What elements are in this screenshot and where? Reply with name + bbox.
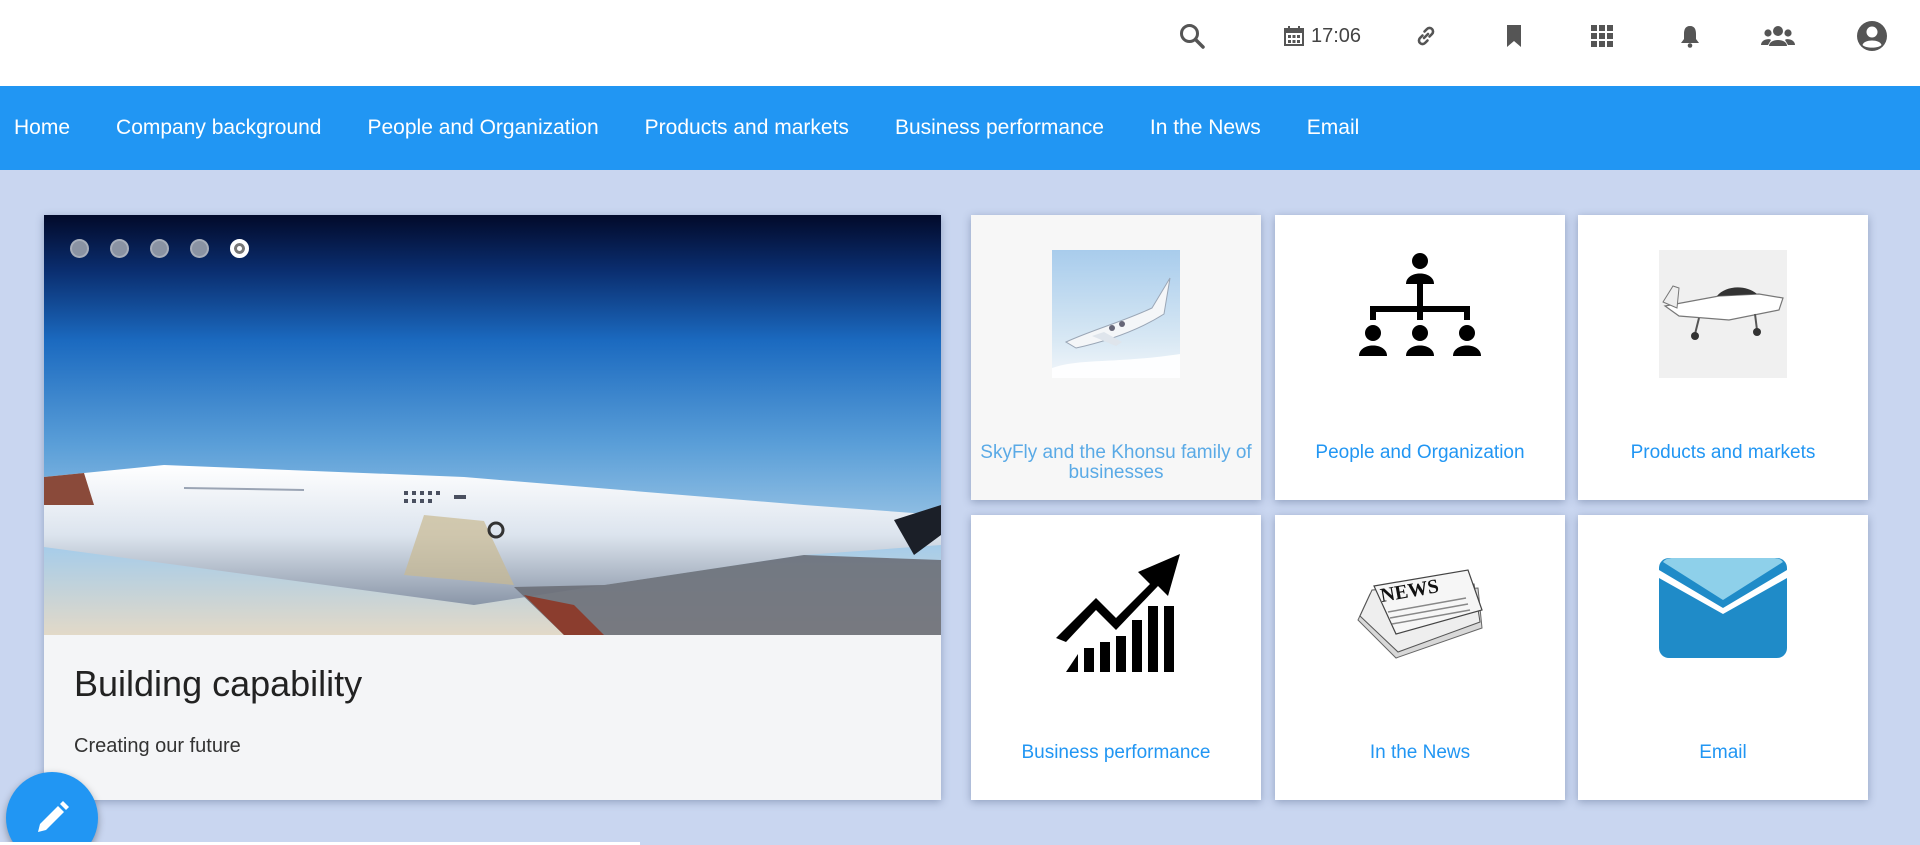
- tile-products-and-markets[interactable]: Products and markets: [1578, 215, 1868, 500]
- hero-carousel[interactable]: Building capability Creating our future: [44, 215, 941, 800]
- main-nav: Home Company background People and Organ…: [0, 86, 1920, 170]
- bell-icon[interactable]: [1672, 18, 1708, 54]
- tile-email[interactable]: Email: [1578, 515, 1868, 800]
- slide-title: Building capability: [74, 663, 363, 704]
- tile-skyfly[interactable]: SkyFly and the Khonsu family of business…: [971, 215, 1261, 500]
- nav-item-company-background[interactable]: Company background: [116, 116, 321, 140]
- carousel-dot[interactable]: [70, 239, 89, 258]
- people-icon[interactable]: [1758, 18, 1798, 54]
- jet-photo-icon: [1052, 250, 1180, 378]
- nav-item-people-and-organization[interactable]: People and Organization: [368, 116, 599, 140]
- tile-label: SkyFly and the Khonsu family of business…: [980, 442, 1252, 483]
- envelope-icon: [1659, 558, 1787, 658]
- newspaper-icon: NEWS: [1357, 569, 1483, 659]
- clock-time: 17:06: [1310, 24, 1362, 47]
- tile-in-the-news[interactable]: NEWS In the News: [1275, 515, 1565, 800]
- calendar-icon: [1283, 26, 1304, 46]
- search-icon[interactable]: [1174, 18, 1210, 54]
- tile-label: Products and markets: [1630, 442, 1816, 463]
- carousel-dot[interactable]: [150, 239, 169, 258]
- apps-grid-icon[interactable]: [1584, 18, 1620, 54]
- tile-people-and-organization[interactable]: People and Organization: [1275, 215, 1565, 500]
- tile-business-performance[interactable]: Business performance: [971, 515, 1261, 800]
- nav-item-home[interactable]: Home: [14, 116, 70, 140]
- account-icon[interactable]: [1852, 18, 1892, 54]
- org-chart-icon: [1359, 253, 1481, 356]
- nav-item-products-and-markets[interactable]: Products and markets: [645, 116, 849, 140]
- carousel-dot-active[interactable]: [230, 239, 249, 258]
- carousel-indicators: [70, 239, 249, 258]
- pencil-icon: [38, 801, 69, 832]
- nav-item-business-performance[interactable]: Business performance: [895, 116, 1104, 140]
- link-icon[interactable]: [1408, 18, 1444, 54]
- carousel-dot[interactable]: [110, 239, 129, 258]
- nav-item-email[interactable]: Email: [1307, 116, 1360, 140]
- growth-chart-icon: [1056, 554, 1180, 672]
- small-plane-photo-icon: [1659, 250, 1787, 378]
- carousel-dot[interactable]: [190, 239, 209, 258]
- tile-label: In the News: [1369, 742, 1471, 763]
- top-bar: 17:06: [0, 0, 1920, 86]
- tile-label: Email: [1699, 742, 1747, 763]
- clock-display[interactable]: 17:06: [1262, 18, 1382, 54]
- carousel-caption: Building capability Creating our future: [44, 635, 941, 800]
- slide-subtitle: Creating our future: [74, 735, 241, 757]
- hero-spaceplane-image: [44, 215, 941, 635]
- bookmark-icon[interactable]: [1496, 18, 1532, 54]
- tile-label: Business performance: [1021, 742, 1211, 763]
- tile-label: People and Organization: [1315, 442, 1525, 463]
- nav-item-in-the-news[interactable]: In the News: [1150, 116, 1261, 140]
